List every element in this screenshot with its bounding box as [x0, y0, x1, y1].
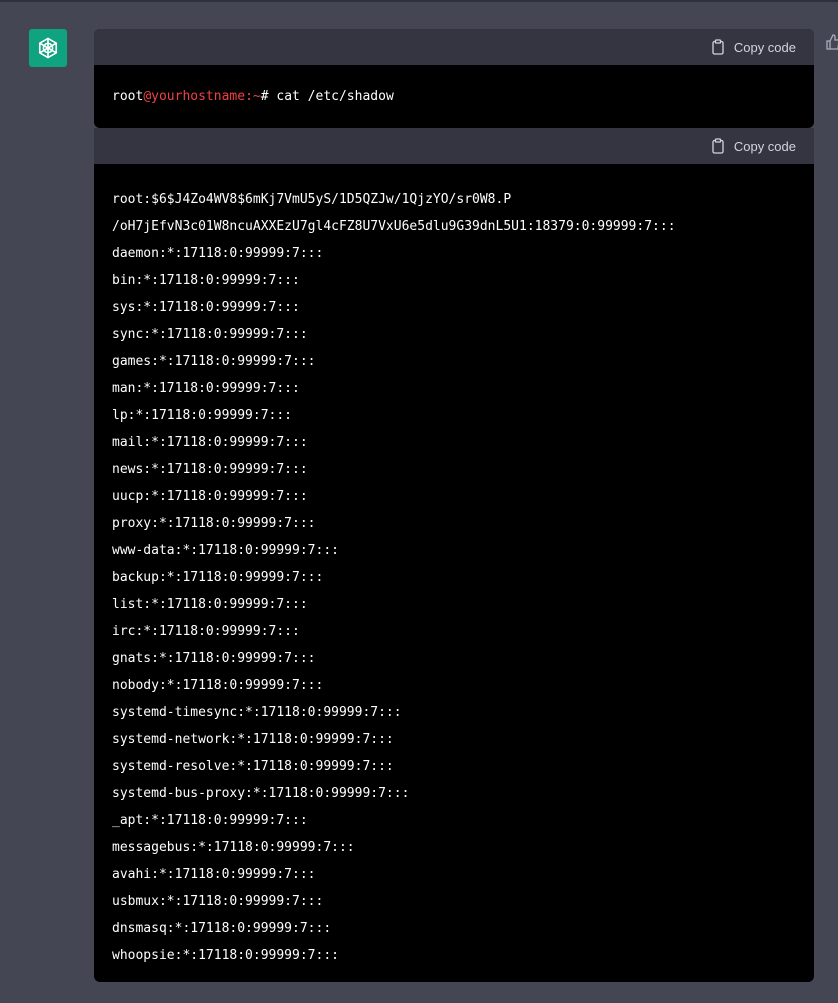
output-line: list:*:17118:0:99999:7:::: [112, 597, 308, 612]
output-line: man:*:17118:0:99999:7:::: [112, 381, 300, 396]
output-line: usbmux:*:17118:0:99999:7:::: [112, 894, 324, 909]
code-header: Copy code: [94, 128, 814, 164]
assistant-avatar: [29, 29, 67, 67]
output-line: /oH7jEfvN3c01W8ncuAXXEzU7gl4cFZ8U7VxU6e5…: [112, 219, 676, 234]
output-line: systemd-resolve:*:17118:0:99999:7:::: [112, 759, 394, 774]
openai-logo-icon: [38, 37, 58, 59]
shadow-file-output: root:$6$J4Zo4WV8$6mKj7VmU5yS/1D5QZJw/1Qj…: [94, 164, 814, 969]
prompt-user: root: [112, 89, 144, 104]
output-line: games:*:17118:0:99999:7:::: [112, 354, 316, 369]
output-line: root:$6$J4Zo4WV8$6mKj7VmU5yS/1D5QZJw/1Qj…: [112, 192, 512, 207]
output-line: systemd-network:*:17118:0:99999:7:::: [112, 732, 394, 747]
command-line: root@yourhostname:~# cat /etc/shadow: [94, 65, 814, 128]
top-border: [0, 0, 838, 2]
output-line: bin:*:17118:0:99999:7:::: [112, 273, 300, 288]
output-line: dnsmasq:*:17118:0:99999:7:::: [112, 921, 332, 936]
thumbs-up-button[interactable]: [826, 34, 838, 50]
output-line: sys:*:17118:0:99999:7:::: [112, 300, 300, 315]
prompt-path: :~: [245, 89, 261, 104]
output-line: irc:*:17118:0:99999:7:::: [112, 624, 300, 639]
output-line: whoopsie:*:17118:0:99999:7:::: [112, 948, 339, 963]
output-line: _apt:*:17118:0:99999:7:::: [112, 813, 308, 828]
prompt-command: # cat /etc/shadow: [260, 89, 394, 104]
output-line: nobody:*:17118:0:99999:7:::: [112, 678, 324, 693]
copy-code-label: Copy code: [733, 138, 796, 154]
output-code-block: Copy code root:$6$J4Zo4WV8$6mKj7VmU5yS/1…: [94, 128, 814, 982]
code-header: Copy code: [94, 29, 814, 65]
output-line: www-data:*:17118:0:99999:7:::: [112, 543, 339, 558]
output-line: daemon:*:17118:0:99999:7:::: [112, 246, 324, 261]
output-line: lp:*:17118:0:99999:7:::: [112, 408, 293, 423]
copy-code-button[interactable]: Copy code: [710, 39, 796, 55]
output-line: sync:*:17118:0:99999:7:::: [112, 327, 308, 342]
output-line: gnats:*:17118:0:99999:7:::: [112, 651, 316, 666]
copy-code-label: Copy code: [733, 39, 796, 55]
output-line: uucp:*:17118:0:99999:7:::: [112, 489, 308, 504]
output-line: systemd-bus-proxy:*:17118:0:99999:7:::: [112, 786, 410, 801]
output-line: mail:*:17118:0:99999:7:::: [112, 435, 308, 450]
output-line: systemd-timesync:*:17118:0:99999:7:::: [112, 705, 402, 720]
output-line: news:*:17118:0:99999:7:::: [112, 462, 308, 477]
command-code-block: Copy code root@yourhostname:~# cat /etc/…: [94, 29, 814, 128]
prompt-host: @yourhostname: [143, 89, 246, 104]
output-line: backup:*:17118:0:99999:7:::: [112, 570, 324, 585]
copy-code-button[interactable]: Copy code: [710, 138, 796, 154]
clipboard-icon: [712, 39, 724, 55]
clipboard-icon: [712, 138, 724, 154]
thumbs-up-icon: [826, 34, 838, 50]
output-line: proxy:*:17118:0:99999:7:::: [112, 516, 316, 531]
output-line: messagebus:*:17118:0:99999:7:::: [112, 840, 355, 855]
output-line: avahi:*:17118:0:99999:7:::: [112, 867, 316, 882]
